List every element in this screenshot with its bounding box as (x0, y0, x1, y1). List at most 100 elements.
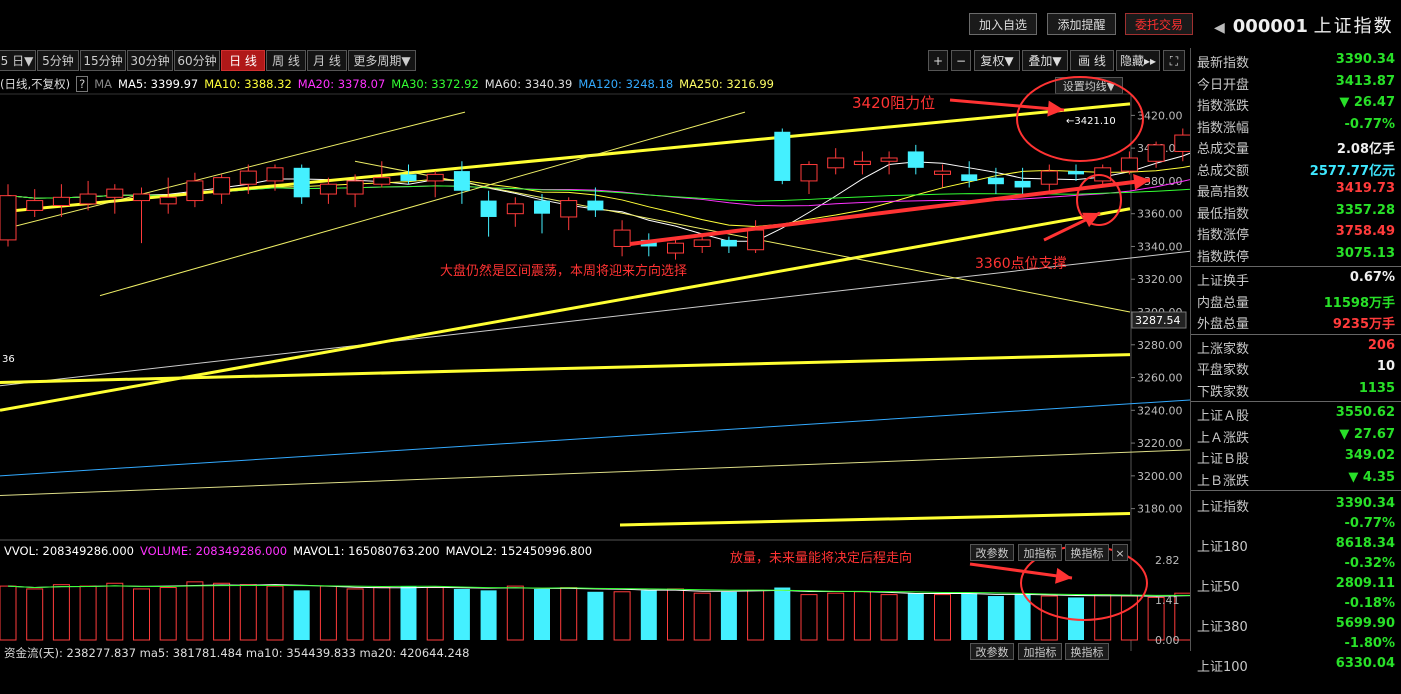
candle (640, 233, 657, 257)
candle (1040, 164, 1058, 191)
index-value: 3390.34 (1335, 496, 1395, 511)
volume-bar (213, 582, 231, 641)
volume-bar (106, 582, 124, 641)
candle (1147, 141, 1165, 168)
candle (853, 151, 871, 175)
candle (1120, 151, 1138, 175)
quote-main-row: 最新指数 3390.34 (1191, 50, 1399, 71)
candle (880, 151, 898, 175)
quote-breadth-row: 上涨家数 206 (1191, 336, 1399, 357)
volume-bar (587, 591, 604, 640)
quote-label: 最低指数 (1197, 206, 1250, 222)
quote-label: 指数涨跌 (1197, 99, 1250, 114)
volume-bar (774, 587, 791, 640)
index-row[interactable]: 上证180 8618.34 -0.32% (1191, 534, 1399, 574)
candle (774, 128, 791, 185)
quote-label: 最新指数 (1197, 56, 1250, 71)
candle (613, 220, 631, 257)
security-code: 000001 (1232, 16, 1308, 37)
quote-value: 10 (1376, 359, 1395, 374)
quote-main-row: 总成交额 2577.77亿元 (1191, 158, 1399, 179)
quote-label: 下跌家数 (1197, 384, 1250, 400)
quote-label: 最高指数 (1197, 185, 1250, 200)
volume-bar (186, 581, 204, 641)
quote-value: -0.77% (1344, 116, 1396, 132)
quote-label: 上证Ａ股 (1197, 409, 1250, 424)
close-indicator-icon[interactable]: × (1112, 544, 1128, 561)
resistance-arrow (949, 98, 1065, 117)
quote-label: 总成交量 (1197, 142, 1250, 157)
quote-label: 上Ａ涨跌 (1197, 430, 1250, 446)
index-row[interactable]: 上证100 6330.04 (1191, 654, 1399, 694)
index-name: 上证指数 (1197, 500, 1250, 515)
quote-value: 0.67% (1349, 270, 1395, 285)
price-tick-label: 3220.00 (1137, 437, 1183, 450)
candle (26, 189, 44, 217)
volume-bar (534, 588, 550, 640)
quote-main-row: 最高指数 3419.73 (1191, 179, 1399, 200)
volume-legend: VVOL: 208349286.000 VOLUME: 208349286.000… (4, 544, 598, 558)
fund-flow-legend: 资金流(天): 238277.837 ma5: 381781.484 ma10:… (4, 646, 470, 660)
quote-value: 2.08亿手 (1336, 142, 1395, 157)
quote-value: 3357.28 (1335, 202, 1395, 218)
price-tick-label: 3180.00 (1137, 503, 1183, 516)
back-arrow-icon[interactable]: ◀ (1214, 20, 1225, 36)
candle (52, 184, 70, 217)
quote-value: 3413.87 (1335, 73, 1395, 89)
candle (934, 164, 951, 188)
index-change: -0.77% (1344, 516, 1396, 531)
volume-bar (747, 589, 765, 641)
switch-indicator-button[interactable]: 换指标 (1065, 544, 1109, 561)
quote-turnover-row: 上证换手 0.67% (1191, 268, 1399, 289)
index-row[interactable]: 上证指数 3390.34 -0.77% (1191, 494, 1399, 534)
candle (480, 190, 497, 237)
index-value: 2809.11 (1335, 576, 1395, 591)
high-price-label: ←3421.10 (1066, 116, 1116, 127)
quote-label: 上Ｂ涨跌 (1197, 473, 1250, 489)
support-trendline (0, 207, 1131, 412)
quote-breadth-row: 下跌家数 1135 (1191, 379, 1399, 400)
panel-separator (1191, 333, 1401, 335)
volume-bar (373, 587, 391, 641)
candle (747, 220, 765, 254)
volume-bar (693, 592, 711, 641)
change-params-button-2[interactable]: 改参数 (970, 643, 1014, 660)
volume-bar (961, 593, 978, 640)
quote-value: ▼ 27.67 (1339, 426, 1395, 442)
volume-bar (640, 590, 657, 640)
candle (560, 197, 578, 231)
quote-turnover-row: 外盘总量 9235万手 (1191, 311, 1399, 332)
switch-indicator-button-2[interactable]: 换指标 (1065, 643, 1109, 660)
quote-ab-shares-row: 上证Ａ股 3550.62 (1191, 403, 1399, 424)
quote-main-row: 指数涨跌 ▼ 26.47 (1191, 93, 1399, 114)
volume-bar (400, 586, 417, 640)
quote-panel: 最新指数 3390.34 今日开盘 3413.87 指数涨跌 ▼ 26.47 指数涨幅 -0.… (1190, 48, 1401, 675)
candle (293, 164, 310, 204)
add-indicator-button[interactable]: 加指标 (1018, 544, 1062, 561)
index-row[interactable]: 上证380 5699.90 -1.80% (1191, 614, 1399, 654)
index-row[interactable]: 上证50 2809.11 -0.18% (1191, 574, 1399, 614)
candle (506, 197, 524, 227)
candle (106, 184, 124, 214)
candle (720, 236, 737, 254)
quote-breadth-row: 平盘家数 10 (1191, 357, 1399, 378)
candle (800, 161, 818, 195)
resistance-label: 3420阻力位 (852, 94, 935, 112)
volume-bar (1120, 595, 1138, 641)
quote-value: 349.02 (1344, 448, 1395, 463)
quote-ab-shares-row: 上Ａ涨跌 ▼ 27.67 (1191, 425, 1399, 446)
quote-value: 3758.49 (1335, 224, 1395, 239)
price-tick-label: 3340.00 (1137, 240, 1183, 253)
change-params-button[interactable]: 改参数 (970, 544, 1014, 561)
candle (133, 187, 150, 244)
volume-bar (1040, 595, 1058, 641)
ma250-line (0, 449, 1190, 497)
quote-label: 指数跌停 (1197, 249, 1250, 265)
candle (827, 148, 845, 175)
index-name: 上证100 (1197, 660, 1248, 675)
index-name: 上证380 (1197, 620, 1248, 635)
volume-bar (426, 587, 444, 641)
quote-label: 内盘总量 (1197, 295, 1250, 311)
security-name: 上证指数 (1313, 16, 1394, 37)
add-indicator-button-2[interactable]: 加指标 (1018, 643, 1062, 660)
